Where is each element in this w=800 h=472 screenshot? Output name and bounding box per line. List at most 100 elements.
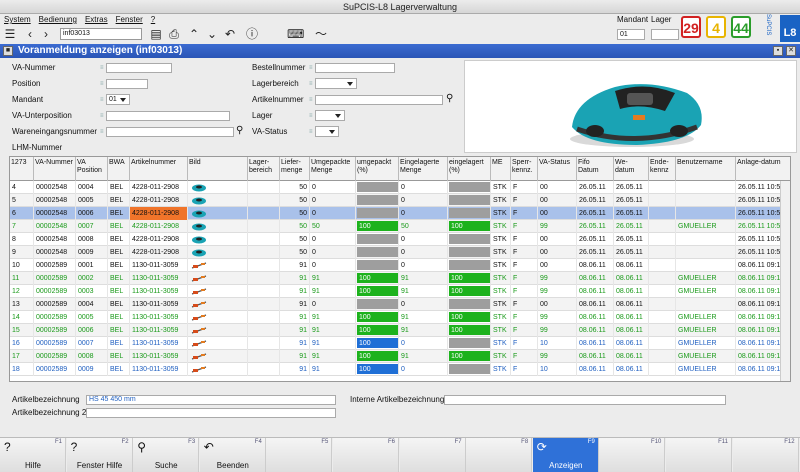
- table-row[interactable]: 17 00002589 0008 BEL 1130-011-3059 91 91 100 91 1…: [10, 350, 790, 363]
- column-header[interactable]: Ende-kennz: [649, 157, 676, 181]
- column-header[interactable]: Eingelagerte Menge: [399, 157, 448, 181]
- table-row[interactable]: 9 00002548 0009 BEL 4228-011-2908 50 0 0 STK F 00 2…: [10, 246, 790, 259]
- lager-label: Lager: [651, 15, 672, 24]
- hamburger-menu-icon[interactable]: ☰: [2, 26, 18, 42]
- mandant-field[interactable]: 01: [617, 29, 645, 40]
- table-row[interactable]: 7 00002548 0007 BEL 4228-011-2908 50 50 100 50 10…: [10, 220, 790, 233]
- table-row[interactable]: 16 00002589 0007 BEL 1130-011-3059 91 91 100 0 ST…: [10, 337, 790, 350]
- column-header[interactable]: eingelagert (%): [448, 157, 491, 181]
- keyboard-icon[interactable]: ⌨: [287, 26, 304, 42]
- cell-eingelagerte-menge: 50: [399, 220, 448, 233]
- vertical-scrollbar[interactable]: [780, 181, 790, 381]
- table-row[interactable]: 18 00002589 0009 BEL 1130-011-3059 91 91 100 0 ST…: [10, 363, 790, 376]
- column-header[interactable]: VA-Nummer: [34, 157, 76, 181]
- activity-icon[interactable]: 〜: [313, 26, 329, 42]
- column-header[interactable]: Anlage-datum: [736, 157, 790, 181]
- menu-extras[interactable]: Extras: [85, 15, 108, 24]
- column-header[interactable]: Bild: [188, 157, 248, 181]
- fkey-f10-button[interactable]: F10: [599, 438, 666, 472]
- va-status-select[interactable]: [315, 126, 339, 137]
- help-icon[interactable]: ⓘ: [244, 26, 260, 42]
- document-input[interactable]: inf03013: [60, 28, 142, 40]
- artikelbezeichnung2-field[interactable]: [86, 408, 336, 418]
- badge-green[interactable]: 44: [731, 16, 751, 38]
- artikelbezeichnung-field[interactable]: HS 45 450 mm: [86, 395, 336, 405]
- search-icon[interactable]: ⚲: [446, 93, 453, 104]
- fkey-f3-button[interactable]: F3 ⚲ Suche: [133, 438, 200, 472]
- fkey-f5-button[interactable]: F5: [266, 438, 333, 472]
- table-row[interactable]: 4 00002548 0004 BEL 4228-011-2908 50 0 0 STK F 00 2…: [10, 181, 790, 194]
- column-header[interactable]: VA Position: [76, 157, 108, 181]
- cell-bild: [188, 220, 248, 233]
- fkey-number: F3: [188, 439, 196, 445]
- table-row[interactable]: 15 00002589 0006 BEL 1130-011-3059 91 91 100 91 1…: [10, 324, 790, 337]
- cell-endekennz: [649, 272, 676, 285]
- table-row[interactable]: 10 00002589 0001 BEL 1130-011-3059 91 0 0 STK F 00…: [10, 259, 790, 272]
- print-icon[interactable]: ⎙: [166, 26, 182, 42]
- forward-arrow-icon[interactable]: ›: [38, 26, 54, 42]
- column-header[interactable]: VA-Status: [538, 157, 577, 181]
- save-icon[interactable]: ▤: [148, 26, 164, 42]
- fkey-f2-button[interactable]: F2? Fenster Hilfe: [66, 438, 133, 472]
- menu-bedienung[interactable]: Bedienung: [39, 15, 77, 24]
- column-header[interactable]: umgepackt (%): [356, 157, 399, 181]
- cell-me: STK: [491, 285, 511, 298]
- va-nummer-label: VA-Nummer: [12, 63, 56, 72]
- lager-field[interactable]: [651, 29, 679, 40]
- cell-sperrkennz: F: [511, 285, 538, 298]
- table-row[interactable]: 12 00002589 0003 BEL 1130-011-3059 91 91 100 91 1…: [10, 285, 790, 298]
- column-header[interactable]: Lager-bereich: [248, 157, 280, 181]
- table-row[interactable]: 6 00002548 0006 BEL 4228-011-2908 50 0 0 STK F 00 2…: [10, 207, 790, 220]
- back-arrow-icon[interactable]: ‹: [22, 26, 38, 42]
- cell-fifo-datum: 08.06.11: [577, 350, 614, 363]
- mandant-select[interactable]: 01: [106, 94, 130, 105]
- badge-red[interactable]: 29: [681, 16, 701, 38]
- wareneingangsnummer-field[interactable]: [106, 127, 234, 137]
- row-count: 1273: [10, 157, 34, 181]
- menu-fenster[interactable]: Fenster: [116, 15, 143, 24]
- fkey-f9-button[interactable]: F9 ⟳ Anzeigen: [532, 438, 599, 472]
- fkey-f12-button[interactable]: F12: [732, 438, 799, 472]
- badge-yellow[interactable]: 4: [706, 16, 726, 38]
- fkey-f8-button[interactable]: F8: [466, 438, 533, 472]
- interne-artikelbezeichnung-field[interactable]: [444, 395, 726, 405]
- va-nummer-field[interactable]: [106, 63, 172, 73]
- position-field[interactable]: [106, 79, 148, 89]
- column-header[interactable]: Benutzername: [676, 157, 736, 181]
- column-header[interactable]: Artikelnummer: [130, 157, 188, 181]
- column-header[interactable]: Umgepackte Menge: [310, 157, 356, 181]
- bestellnummer-field[interactable]: [315, 63, 395, 73]
- fkey-f11-button[interactable]: F11: [666, 438, 732, 472]
- column-header[interactable]: ME: [491, 157, 511, 181]
- artikelnummer-field[interactable]: [315, 95, 443, 105]
- table-row[interactable]: 5 00002548 0005 BEL 4228-011-2908 50 0 0 STK F 00 2…: [10, 194, 790, 207]
- progress-bar: [357, 234, 398, 244]
- lagerbereich-select[interactable]: [315, 78, 357, 89]
- column-header[interactable]: Liefer-menge: [280, 157, 310, 181]
- column-header[interactable]: We-datum: [614, 157, 649, 181]
- column-header[interactable]: Sperr-kennz.: [511, 157, 538, 181]
- fkey-f7-button[interactable]: F7: [399, 438, 466, 472]
- panel-menu-icon[interactable]: ■: [3, 46, 13, 56]
- column-header[interactable]: BWA: [108, 157, 130, 181]
- table-row[interactable]: 13 00002589 0004 BEL 1130-011-3059 91 0 0 STK F 00…: [10, 298, 790, 311]
- table-row[interactable]: 14 00002589 0005 BEL 1130-011-3059 91 91 100 91 1…: [10, 311, 790, 324]
- cell-endekennz: [649, 207, 676, 220]
- chevron-down-icon[interactable]: ⌄: [204, 26, 220, 42]
- cell-endekennz: [649, 246, 676, 259]
- table-row[interactable]: 8 00002548 0008 BEL 4228-011-2908 50 0 0 STK F 00 2…: [10, 233, 790, 246]
- table-row[interactable]: 11 00002589 0002 BEL 1130-011-3059 91 91 100 91 1…: [10, 272, 790, 285]
- menu-system[interactable]: System: [4, 15, 31, 24]
- fkey-f1-button[interactable]: F1? Hilfe: [0, 438, 66, 472]
- undo-icon[interactable]: ↶: [222, 26, 238, 42]
- fkey-f6-button[interactable]: F6: [333, 438, 399, 472]
- search-icon[interactable]: ⚲: [236, 125, 243, 136]
- menu-help[interactable]: ?: [151, 15, 155, 24]
- va-unterposition-field[interactable]: [106, 111, 230, 121]
- column-header[interactable]: Fifo Datum: [577, 157, 614, 181]
- panel-minimize-icon[interactable]: ▪: [773, 46, 783, 56]
- fkey-f4-button[interactable]: F4 ↶ Beenden: [199, 438, 266, 472]
- lager-select[interactable]: [315, 110, 345, 121]
- chevron-up-icon[interactable]: ⌃: [186, 26, 202, 42]
- panel-close-icon[interactable]: ✕: [786, 46, 796, 56]
